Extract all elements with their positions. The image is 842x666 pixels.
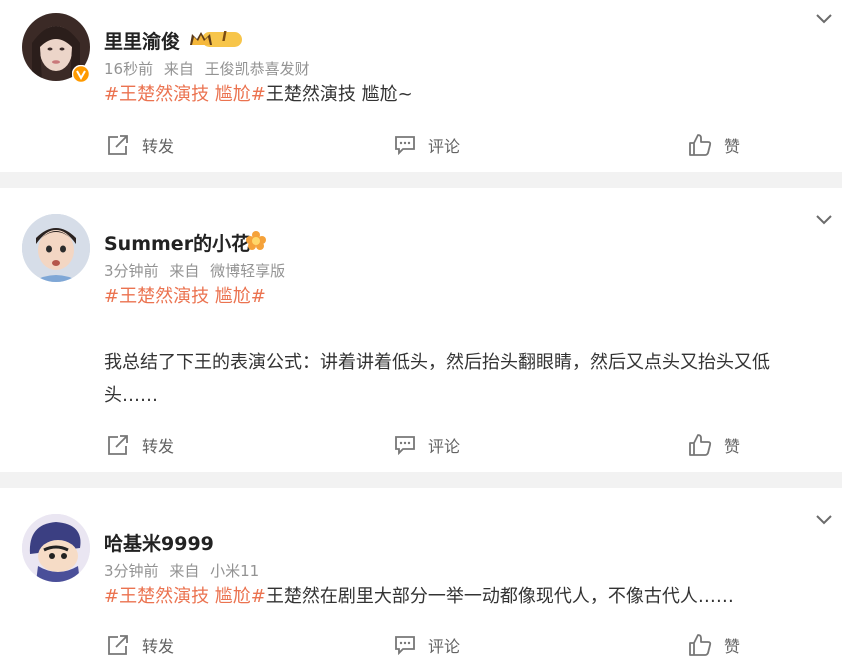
post-time[interactable]: 3分钟前 bbox=[104, 562, 159, 580]
comment-button[interactable]: 评论 bbox=[394, 130, 460, 160]
comment-icon bbox=[395, 136, 415, 155]
repost-label: 转发 bbox=[142, 137, 175, 156]
repost-icon bbox=[108, 635, 128, 655]
post-time[interactable]: 16秒前 bbox=[104, 60, 153, 78]
repost-button[interactable]: 转发 bbox=[106, 630, 174, 660]
chevron-down-icon[interactable] bbox=[814, 513, 834, 527]
hashtag-line: #王楚然演技 尴尬# bbox=[104, 280, 266, 313]
post-card: Summer的小花 3分钟前 来自 微博轻享版 #王楚然演技 尴尬# 我总结了下… bbox=[0, 188, 842, 472]
post-source[interactable]: 小米11 bbox=[210, 562, 259, 580]
comment-label: 评论 bbox=[428, 137, 461, 156]
post-source[interactable]: 微博轻享版 bbox=[210, 262, 285, 280]
like-button[interactable]: 赞 bbox=[688, 130, 740, 160]
level-badge: I bbox=[222, 30, 227, 45]
post-text: #王楚然演技 尴尬#王楚然演技 尴尬~ bbox=[104, 78, 413, 111]
source-prefix: 来自 bbox=[163, 60, 194, 78]
action-bar: 转发 评论 赞 bbox=[0, 130, 842, 160]
username[interactable]: 里里渝俊 bbox=[104, 27, 180, 54]
comment-icon bbox=[395, 636, 415, 655]
source-prefix: 来自 bbox=[169, 262, 200, 280]
post-meta: 3分钟前 来自 小米11 bbox=[104, 560, 265, 581]
crown-badge-icon[interactable]: I bbox=[188, 29, 244, 49]
repost-label: 转发 bbox=[142, 637, 175, 656]
hashtag-link[interactable]: #王楚然演技 尴尬# bbox=[104, 84, 266, 105]
post-card: 里里渝俊 I 16秒前 来自 王俊凯恭喜发财 #王楚然演技 尴尬#王楚然演技 尴… bbox=[0, 0, 842, 172]
comment-button[interactable]: 评论 bbox=[394, 630, 460, 660]
hashtag-link[interactable]: #王楚然演技 尴尬# bbox=[104, 586, 266, 607]
comment-button[interactable]: 评论 bbox=[394, 430, 460, 460]
post-time[interactable]: 3分钟前 bbox=[104, 262, 159, 280]
comment-label: 评论 bbox=[428, 437, 461, 456]
post-body: 我总结了下王的表演公式：讲着讲着低头，然后抬头翻眼睛，然后又点头又抬头又低 头…… bbox=[104, 346, 770, 412]
post-source[interactable]: 王俊凯恭喜发财 bbox=[205, 60, 310, 78]
comment-icon bbox=[395, 436, 415, 455]
source-prefix: 来自 bbox=[169, 562, 200, 580]
avatar[interactable] bbox=[22, 214, 90, 282]
post-body: 王楚然演技 尴尬~ bbox=[265, 84, 413, 105]
post-text: #王楚然演技 尴尬#王楚然在剧里大部分一举一动都像现代人，不像古代人…… bbox=[104, 580, 734, 613]
post-card: 哈基米9999 3分钟前 来自 小米11 #王楚然演技 尴尬#王楚然在剧里大部分… bbox=[0, 488, 842, 666]
username[interactable]: Summer的小花 bbox=[104, 229, 250, 256]
like-icon bbox=[689, 634, 712, 656]
action-bar: 转发 评论 赞 bbox=[0, 430, 842, 460]
like-icon bbox=[689, 134, 712, 156]
like-label: 赞 bbox=[724, 637, 741, 656]
repost-label: 转发 bbox=[142, 437, 175, 456]
like-button[interactable]: 赞 bbox=[688, 630, 740, 660]
action-bar: 转发 评论 赞 bbox=[0, 630, 842, 660]
chevron-down-icon[interactable] bbox=[814, 213, 834, 227]
repost-icon bbox=[108, 435, 128, 455]
like-label: 赞 bbox=[724, 437, 741, 456]
flower-badge-icon[interactable] bbox=[245, 230, 267, 252]
avatar[interactable] bbox=[22, 514, 90, 582]
post-meta: 3分钟前 来自 微博轻享版 bbox=[104, 260, 291, 281]
post-body-line: 我总结了下王的表演公式：讲着讲着低头，然后抬头翻眼睛，然后又点头又抬头又低 bbox=[104, 352, 770, 373]
comment-label: 评论 bbox=[428, 637, 461, 656]
like-icon bbox=[689, 434, 712, 456]
repost-button[interactable]: 转发 bbox=[106, 430, 174, 460]
like-button[interactable]: 赞 bbox=[688, 430, 740, 460]
like-label: 赞 bbox=[724, 137, 741, 156]
hashtag-link[interactable]: #王楚然演技 尴尬# bbox=[104, 286, 266, 307]
post-body: 王楚然在剧里大部分一举一动都像现代人，不像古代人…… bbox=[265, 586, 734, 607]
repost-button[interactable]: 转发 bbox=[106, 130, 174, 160]
post-meta: 16秒前 来自 王俊凯恭喜发财 bbox=[104, 58, 316, 79]
repost-icon bbox=[108, 135, 128, 155]
verified-icon bbox=[72, 65, 90, 83]
chevron-down-icon[interactable] bbox=[814, 12, 834, 26]
username[interactable]: 哈基米9999 bbox=[104, 529, 214, 556]
post-body-line: 头…… bbox=[104, 385, 158, 406]
